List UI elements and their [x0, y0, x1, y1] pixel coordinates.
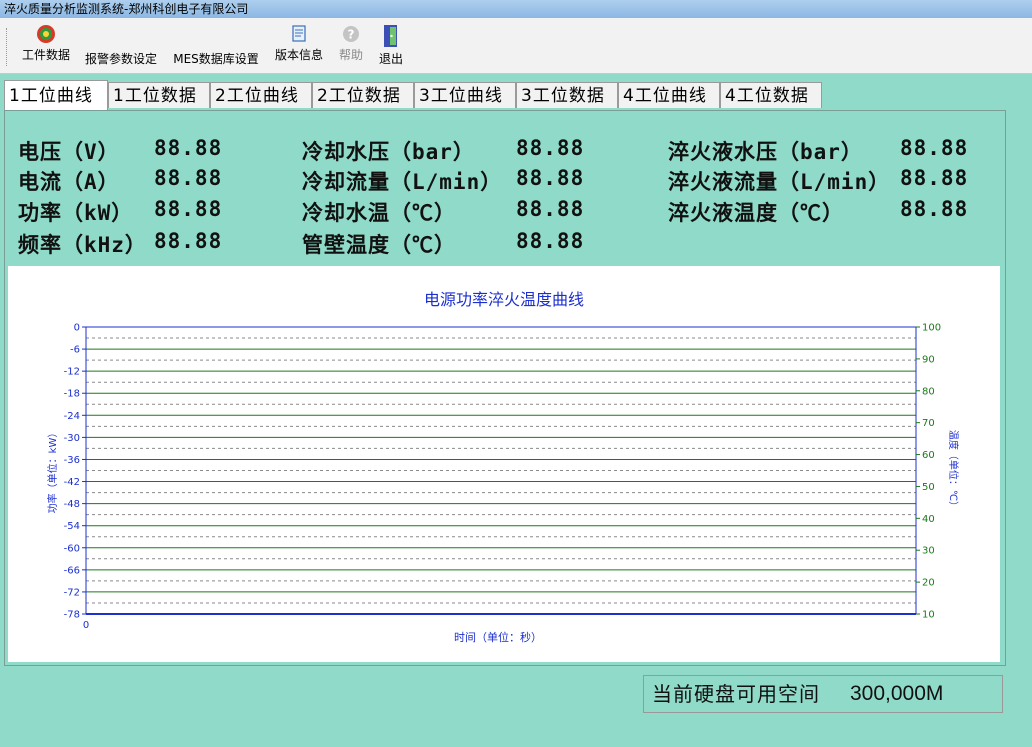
chart-title: 电源功率淬火温度曲线 — [423, 290, 584, 309]
metric-cooling-flow: 冷却流量（L/min） 88.88 — [302, 166, 583, 196]
metric-power: 功率（kW） 88.88 — [18, 197, 221, 227]
metric-label: 冷却水温（℃） — [302, 201, 456, 225]
metric-label: 频率（kHz） — [18, 233, 147, 257]
tab-station3-data[interactable]: 3工位数据 — [516, 82, 618, 108]
metric-value: 88.88 — [154, 229, 223, 253]
help-button[interactable]: ? 帮助 — [334, 24, 368, 63]
mes-db-settings-button[interactable]: MES数据库设置 — [170, 50, 262, 67]
metric-cooling-pressure: 冷却水压（bar） 88.88 — [302, 136, 583, 166]
metric-cooling-temp: 冷却水温（℃） 88.88 — [302, 197, 583, 227]
metric-wall-temp: 管壁温度（℃） 88.88 — [302, 229, 583, 259]
chart-area — [8, 266, 1000, 662]
tab-station1-data[interactable]: 1工位数据 — [108, 82, 210, 108]
metric-value: 88.88 — [154, 166, 223, 190]
metric-label: 淬火液温度（℃） — [668, 201, 844, 225]
gear-colorful-icon — [37, 25, 55, 43]
exit-button[interactable]: 退出 — [376, 24, 406, 67]
help-icon: ? — [343, 26, 359, 42]
metric-quench-flow: 淬火液流量（L/min） 88.88 — [668, 166, 967, 196]
window-title: 淬火质量分析监测系统-郑州科创电子有限公司 — [4, 2, 249, 16]
metric-current: 电流（A） 88.88 — [18, 166, 221, 196]
metric-value: 88.88 — [516, 166, 585, 190]
metric-value: 88.88 — [900, 197, 969, 221]
metric-quench-pressure: 淬火液水压（bar） 88.88 — [668, 136, 967, 166]
tab-station2-data[interactable]: 2工位数据 — [312, 82, 414, 108]
tab-station1-curve[interactable]: 1工位曲线 — [4, 80, 108, 110]
metric-label: 冷却流量（L/min） — [302, 170, 503, 194]
metric-label: 管壁温度（℃） — [302, 233, 456, 257]
metric-quench-temp: 淬火液温度（℃） 88.88 — [668, 197, 967, 227]
document-icon — [292, 25, 306, 42]
toolbar: 工件数据 报警参数设定 MES数据库设置 版本信息 ? 帮助 退出 — [0, 18, 1032, 74]
metric-value: 88.88 — [516, 197, 585, 221]
tab-station4-data[interactable]: 4工位数据 — [720, 82, 822, 108]
metric-label: 冷却水压（bar） — [302, 140, 475, 164]
svg-text:?: ? — [348, 28, 355, 42]
alarm-settings-button[interactable]: 报警参数设定 — [82, 50, 160, 67]
disk-space-status: 当前硬盘可用空间 300,000M — [643, 675, 1003, 713]
metric-label: 电压（V） — [18, 140, 120, 164]
version-info-button[interactable]: 版本信息 — [272, 24, 326, 63]
workpiece-data-button[interactable]: 工件数据 — [18, 24, 74, 63]
metric-value: 88.88 — [900, 136, 969, 160]
metric-frequency: 频率（kHz） 88.88 — [18, 229, 221, 259]
metric-value: 88.88 — [516, 229, 585, 253]
metric-label: 功率（kW） — [18, 201, 134, 225]
metric-label: 电流（A） — [18, 170, 120, 194]
metric-label: 淬火液水压（bar） — [668, 140, 863, 164]
metric-value: 88.88 — [154, 136, 223, 160]
metric-value: 88.88 — [900, 166, 969, 190]
toolbar-grip — [6, 28, 10, 66]
metric-label: 淬火液流量（L/min） — [668, 170, 891, 194]
metric-value: 88.88 — [154, 197, 223, 221]
disk-space-label: 当前硬盘可用空间 — [652, 682, 820, 706]
disk-space-value: 300,000M — [850, 682, 944, 705]
tab-station4-curve[interactable]: 4工位曲线 — [618, 82, 720, 108]
window-title-bar: 淬火质量分析监测系统-郑州科创电子有限公司 — [0, 0, 1032, 18]
metric-voltage: 电压（V） 88.88 — [18, 136, 221, 166]
exit-door-icon — [384, 25, 397, 47]
tab-station3-curve[interactable]: 3工位曲线 — [414, 82, 516, 108]
metric-value: 88.88 — [516, 136, 585, 160]
tab-station2-curve[interactable]: 2工位曲线 — [210, 82, 312, 108]
